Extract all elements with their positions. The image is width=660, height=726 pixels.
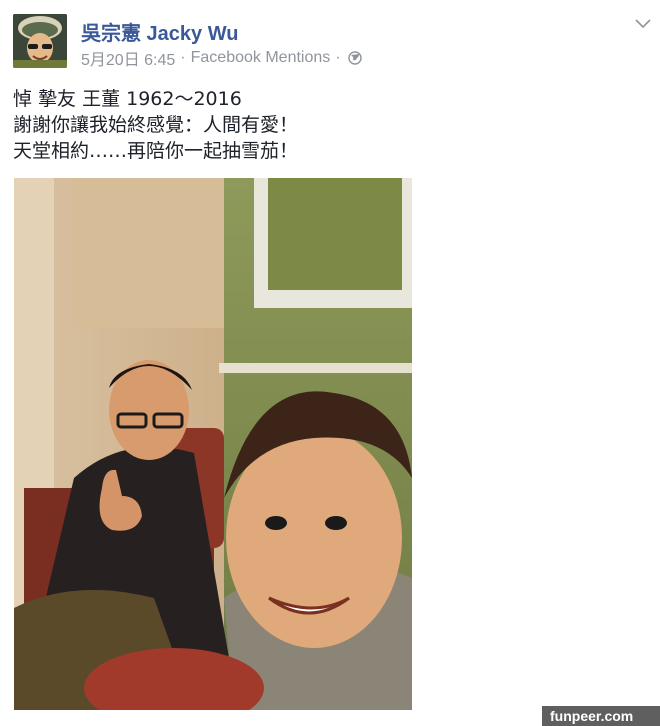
post-text-line: 悼 摯友 王董 1962～2016 [13, 88, 242, 110]
author-name[interactable]: 吳宗憲 Jacky Wu [81, 17, 238, 46]
watermark: funpeer.com [542, 706, 660, 726]
post-photo[interactable] [14, 178, 412, 710]
post-timestamp[interactable]: 5月20日 6:45 [81, 46, 175, 70]
chevron-down-icon[interactable] [634, 17, 652, 31]
globe-icon[interactable] [347, 51, 362, 65]
post-source[interactable]: Facebook Mentions [191, 49, 331, 67]
avatar-image [13, 14, 67, 68]
post-text-line: 天堂相約……再陪你一起抽雪茄！ [13, 140, 299, 162]
post-text-line: 謝謝你讓我始終感覺：人間有愛！ [13, 114, 299, 136]
meta-separator: · [335, 49, 341, 66]
author-avatar[interactable] [13, 14, 67, 68]
post-meta: 5月20日 6:45 · Facebook Mentions · [81, 46, 362, 70]
meta-separator: · [180, 49, 186, 66]
post-text: 悼 摯友 王董 1962～2016 謝謝你讓我始終感覺：人間有愛！ 天堂相約……… [13, 86, 298, 164]
facebook-post: 吳宗憲 Jacky Wu 5月20日 6:45 · Facebook Menti… [0, 0, 660, 726]
